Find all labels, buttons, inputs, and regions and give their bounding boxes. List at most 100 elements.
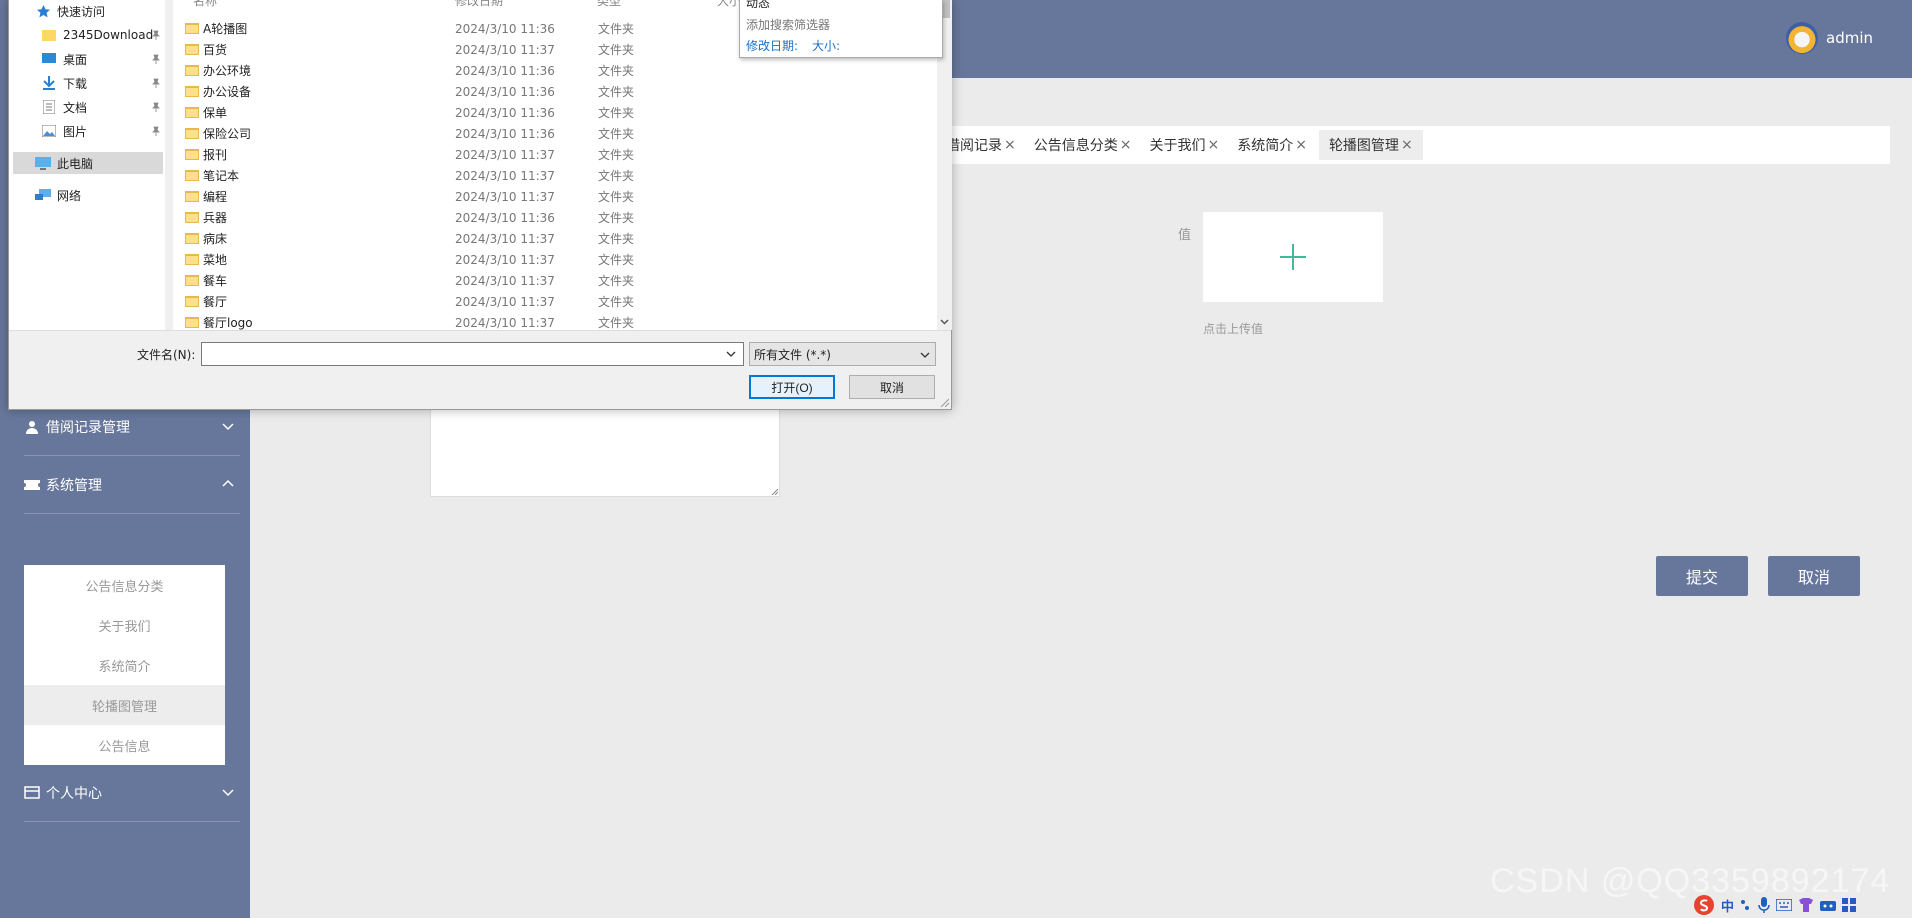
submit-button[interactable]: 提交 (1656, 556, 1748, 596)
upload-box[interactable] (1203, 212, 1383, 302)
tab-label: 系统简介 (1237, 138, 1294, 154)
close-icon[interactable]: × (1120, 137, 1132, 153)
nav-documents[interactable]: 文档 (41, 96, 87, 118)
list-item[interactable]: 编程 2024/3/10 11:37 文件夹 (185, 186, 745, 207)
submenu-carousel-management[interactable]: 轮播图管理 (24, 685, 225, 725)
close-icon[interactable]: × (1401, 137, 1413, 153)
nav-pictures[interactable]: 图片 (41, 120, 87, 142)
resize-handle-icon[interactable] (770, 487, 778, 495)
tab-notice-category[interactable]: 公告信息分类 × (1028, 130, 1138, 160)
nav-label: 快速访问 (57, 4, 106, 19)
chevron-down-icon[interactable] (939, 316, 950, 327)
folder-icon (185, 233, 199, 244)
nav-quick-access[interactable]: 快速访问 (35, 0, 105, 22)
list-item[interactable]: 餐车 2024/3/10 11:37 文件夹 (185, 270, 745, 291)
list-item[interactable]: 餐厅 2024/3/10 11:37 文件夹 (185, 291, 745, 312)
date-modified-filter[interactable]: 修改日期: (746, 37, 798, 54)
folder-icon (41, 28, 57, 42)
close-icon[interactable]: × (1207, 137, 1219, 153)
folder-icon (185, 149, 199, 160)
chevron-up-icon (222, 479, 234, 487)
punctuation-icon[interactable] (1740, 898, 1752, 912)
skin-icon[interactable] (1798, 898, 1814, 912)
file-date: 2024/3/10 11:37 (455, 315, 555, 330)
file-name: A轮播图 (203, 22, 248, 36)
column-name[interactable]: 名称 (193, 0, 217, 9)
column-date[interactable]: 修改日期 (455, 0, 503, 9)
close-icon[interactable]: × (1004, 137, 1016, 153)
tab-bar: 借阅记录 × 公告信息分类 × 关于我们 × 系统简介 × 轮播图管理 × (940, 126, 1890, 164)
filename-label: 文件名(N): (137, 348, 196, 362)
filetype-select[interactable]: 所有文件 (*.*) (749, 342, 936, 366)
nav-scrollbar[interactable] (165, 0, 173, 330)
tab-system-intro[interactable]: 系统简介 × (1231, 130, 1313, 160)
user-menu[interactable]: admin (1786, 20, 1873, 56)
list-item[interactable]: 办公设备 2024/3/10 11:36 文件夹 (185, 81, 745, 102)
list-item[interactable]: 保险公司 2024/3/10 11:36 文件夹 (185, 123, 745, 144)
tab-about-us[interactable]: 关于我们 × (1143, 130, 1225, 160)
close-icon[interactable]: × (1295, 137, 1307, 153)
file-type: 文件夹 (598, 253, 635, 267)
grid-menu-icon[interactable] (1842, 898, 1857, 912)
filename-input[interactable] (201, 342, 744, 366)
file-name: 病床 (203, 232, 228, 246)
list-item[interactable]: 菜地 2024/3/10 11:37 文件夹 (185, 249, 745, 270)
list-item[interactable]: A轮播图 2024/3/10 11:36 文件夹 (185, 18, 745, 39)
submenu-notice-info[interactable]: 公告信息 (24, 725, 225, 765)
menu-label: 个人中心 (46, 785, 102, 802)
column-size[interactable]: 大小 (717, 0, 741, 9)
file-name: 办公环境 (203, 64, 252, 78)
dialog-cancel-button[interactable]: 取消 (849, 375, 935, 399)
sogou-icon[interactable] (1693, 894, 1715, 916)
toolbox-icon[interactable] (1820, 899, 1837, 911)
file-type: 文件夹 (598, 64, 635, 78)
file-type: 文件夹 (598, 148, 635, 162)
resize-grip-icon[interactable] (939, 397, 949, 407)
column-type[interactable]: 类型 (597, 0, 621, 9)
file-type: 文件夹 (598, 295, 635, 309)
submenu-system-intro[interactable]: 系统简介 (24, 645, 225, 685)
pin-icon[interactable] (151, 102, 161, 112)
pin-icon[interactable] (151, 54, 161, 64)
cancel-button[interactable]: 取消 (1768, 556, 1860, 596)
tab-carousel-management[interactable]: 轮播图管理 × (1318, 130, 1423, 160)
tab-borrow-records[interactable]: 借阅记录 × (940, 130, 1022, 160)
folder-icon (185, 128, 199, 139)
menu-system-management[interactable]: 系统管理 (24, 456, 240, 514)
file-name: 菜地 (203, 253, 228, 267)
file-date: 2024/3/10 11:36 (455, 21, 555, 36)
list-item[interactable]: 报刊 2024/3/10 11:37 文件夹 (185, 144, 745, 165)
nav-desktop[interactable]: 桌面 (41, 48, 87, 70)
pin-icon[interactable] (151, 126, 161, 136)
text-area-input[interactable] (430, 405, 780, 497)
file-type: 文件夹 (598, 127, 635, 141)
folder-icon (185, 44, 199, 55)
nav-downloads[interactable]: 下载 (41, 72, 87, 94)
nav-this-pc[interactable]: 此电脑 (13, 152, 163, 174)
list-item[interactable]: 餐厅logo 2024/3/10 11:37 文件夹 (185, 312, 745, 330)
pin-icon[interactable] (151, 30, 161, 40)
menu-personal-center[interactable]: 个人中心 (24, 764, 240, 822)
submenu-about-us[interactable]: 关于我们 (24, 605, 225, 645)
nav-2345download[interactable]: 2345Download (41, 24, 153, 46)
list-item[interactable]: 笔记本 2024/3/10 11:37 文件夹 (185, 165, 745, 186)
file-type: 文件夹 (598, 316, 635, 330)
size-filter[interactable]: 大小: (812, 37, 840, 54)
list-item[interactable]: 病床 2024/3/10 11:37 文件夹 (185, 228, 745, 249)
ime-mode-label[interactable]: 中 (1721, 896, 1734, 915)
pin-icon[interactable] (151, 78, 161, 88)
microphone-icon[interactable] (1758, 897, 1770, 913)
keyboard-icon[interactable] (1776, 899, 1793, 911)
chevron-down-icon[interactable] (719, 342, 743, 366)
list-item[interactable]: 兵器 2024/3/10 11:36 文件夹 (185, 207, 745, 228)
nav-network[interactable]: 网络 (35, 184, 81, 206)
menu-label: 借阅记录管理 (46, 419, 130, 436)
list-item[interactable]: 百货 2024/3/10 11:37 文件夹 (185, 39, 745, 60)
list-item[interactable]: 办公环境 2024/3/10 11:36 文件夹 (185, 60, 745, 81)
submenu-notice-category[interactable]: 公告信息分类 (24, 565, 225, 605)
open-button[interactable]: 打开(O) (749, 375, 835, 399)
chevron-down-icon (222, 789, 234, 797)
file-type: 文件夹 (598, 211, 635, 225)
tab-label: 公告信息分类 (1033, 138, 1118, 154)
list-item[interactable]: 保单 2024/3/10 11:36 文件夹 (185, 102, 745, 123)
